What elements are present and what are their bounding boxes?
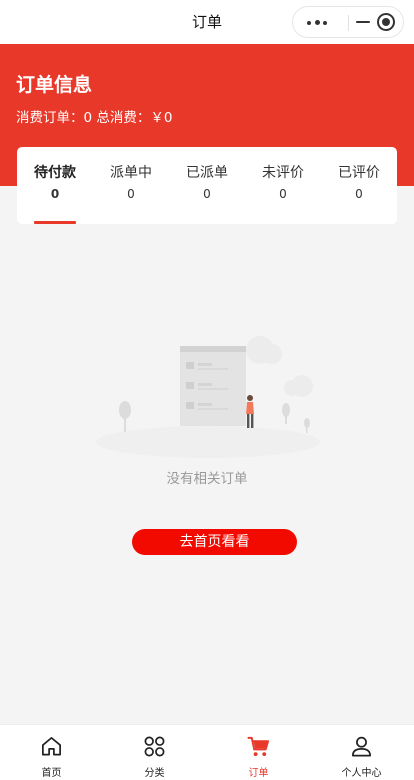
home-icon [42,737,61,756]
navigation-bar: 订单 [0,0,414,44]
tabbar-label: 分类 [144,768,165,779]
tab-label: 未评价 [262,165,304,181]
grid-icon [144,736,165,757]
empty-state-text: 没有相关订单 [166,471,248,487]
user-icon [352,736,371,757]
tabbar-label: 订单 [248,768,269,779]
close-target-icon[interactable] [377,13,395,31]
tab-count: 0 [355,187,363,201]
go-to-home-button[interactable]: 去首页看看 [132,529,297,555]
bottom-tab-bar: 首页 分类 订单 个人中心 [0,724,414,780]
tab-reviewed[interactable]: 已评价 0 [321,147,397,224]
tabbar-orders[interactable]: 订单 [207,725,310,780]
tab-label: 已派单 [186,165,228,181]
tab-label: 派单中 [110,165,152,181]
tab-count: 0 [127,187,135,201]
cart-icon [247,736,270,757]
tab-label: 已评价 [338,165,380,181]
tab-dispatched[interactable]: 已派单 0 [169,147,245,224]
tab-count: 0 [50,187,60,201]
order-info-title: 订单信息 [16,74,93,96]
tabbar-category[interactable]: 分类 [103,725,206,780]
order-status-tabs: 待付款 0 派单中 0 已派单 0 未评价 0 已评价 0 [17,147,397,224]
minimize-icon[interactable] [349,7,377,37]
empty-state-illustration [92,330,324,460]
tabbar-label: 首页 [41,768,62,779]
tab-label: 待付款 [34,165,76,181]
tabbar-home[interactable]: 首页 [0,725,103,780]
tab-count: 0 [203,187,211,201]
active-tab-indicator [34,221,76,224]
tab-pending-payment[interactable]: 待付款 0 [17,147,93,224]
tab-unreviewed[interactable]: 未评价 0 [245,147,321,224]
tab-count: 0 [279,187,287,201]
tabbar-label: 个人中心 [341,768,382,779]
tabbar-profile[interactable]: 个人中心 [310,725,413,780]
order-summary: 消费订单：0 总消费：￥0 [16,110,173,126]
mini-program-capsule [292,6,404,38]
tab-dispatching[interactable]: 派单中 0 [93,147,169,224]
more-options-icon[interactable] [305,7,335,37]
